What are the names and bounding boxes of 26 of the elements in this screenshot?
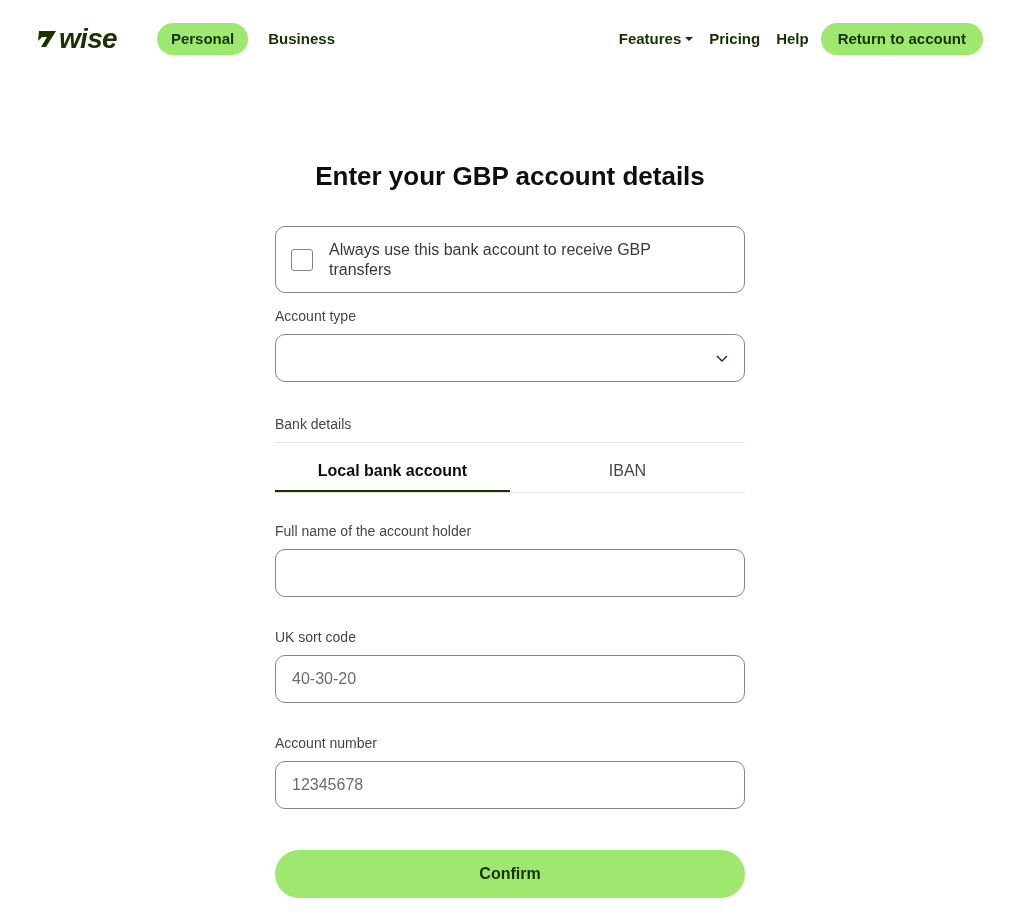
field-label: UK sort code — [275, 628, 357, 647]
segment-tab[interactable]: Personal — [156, 23, 249, 55]
page-title: Enter your GBP account details — [314, 160, 706, 193]
caret-icon — [685, 36, 694, 42]
tab[interactable]: IBAN — [510, 452, 745, 492]
input-field[interactable]: 40-30-20 — [275, 655, 745, 703]
chevron-down-icon — [716, 354, 728, 362]
confirm-button[interactable]: Confirm — [275, 850, 745, 898]
field-label: Account number — [275, 734, 378, 753]
account-type-select[interactable] — [275, 334, 745, 382]
return-to-account-button[interactable]: Return to account — [820, 23, 983, 55]
checkbox-card[interactable]: Always use this bank account to receive GBP transfers — [275, 226, 745, 293]
checkbox[interactable] — [291, 248, 313, 271]
logo[interactable]: wise — [59, 25, 117, 53]
field-label: Account type — [275, 307, 357, 326]
segment-tab[interactable]: Business — [254, 23, 349, 55]
field-label: Full name of the account holder — [275, 522, 473, 541]
nav-link[interactable]: Pricing — [705, 27, 765, 51]
nav-link[interactable]: Features — [614, 27, 698, 51]
checkbox-label: Always use this bank account to receive GBP transfers — [329, 239, 652, 280]
section-label: Bank details — [275, 414, 745, 443]
input-field[interactable] — [275, 549, 745, 597]
nav-link[interactable]: Help — [772, 27, 813, 51]
logo-flag-icon — [37, 30, 57, 48]
input-field[interactable]: 12345678 — [275, 761, 745, 809]
tab[interactable]: Local bank account — [275, 452, 510, 492]
